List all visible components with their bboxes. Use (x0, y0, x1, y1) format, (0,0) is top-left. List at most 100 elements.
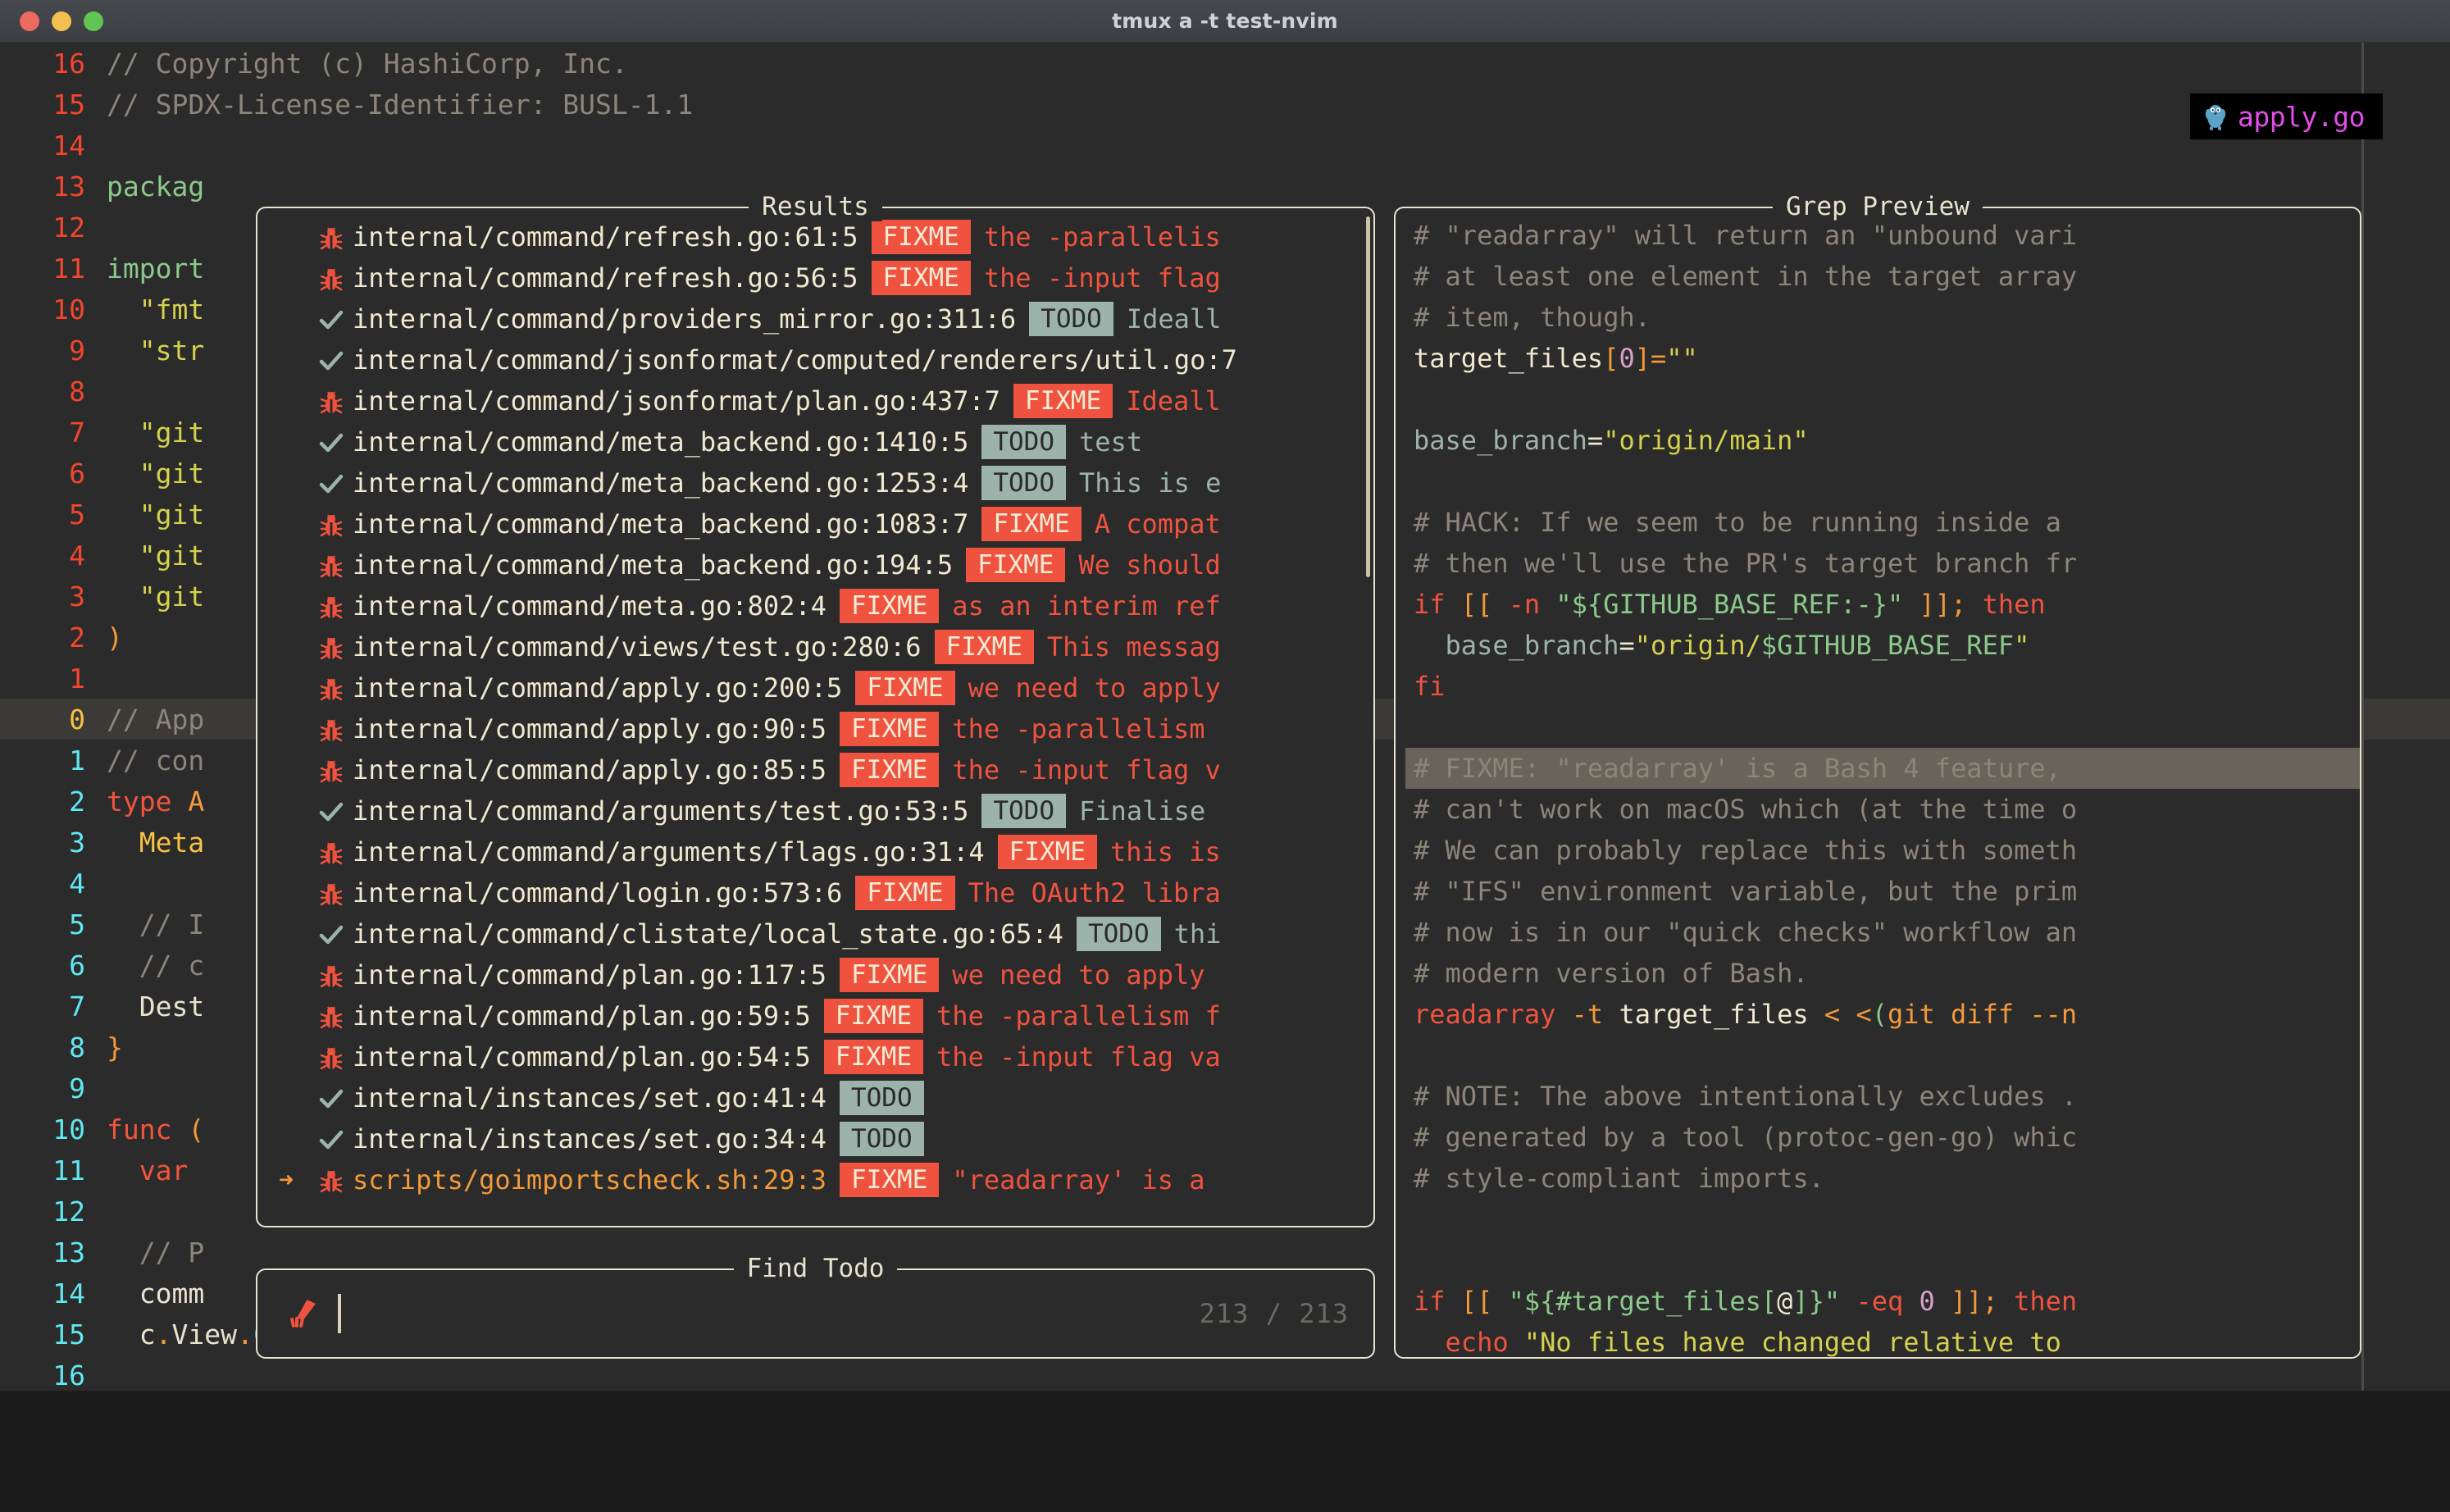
line-number: 9 (69, 1072, 85, 1104)
line-number: 6 (69, 949, 85, 981)
check-icon (319, 351, 344, 371)
go-gopher-icon (2205, 105, 2226, 130)
result-row[interactable]: internal/command/views/test.go:280:6 FIXM… (257, 626, 1373, 667)
check-icon (319, 1089, 344, 1109)
result-path: internal/command/refresh.go:56:5 (353, 262, 858, 294)
line-content: } (107, 1031, 123, 1063)
line-number: 1 (69, 662, 85, 695)
check-icon (319, 1130, 344, 1150)
line-number: 8 (69, 1031, 85, 1063)
preview-line: if [[ "${#target_files[@]}" -eq 0 ]]; th… (1414, 1286, 2078, 1317)
result-row[interactable]: internal/command/meta_backend.go:194:5 FI… (257, 544, 1373, 585)
result-row[interactable]: internal/instances/set.go:34:4 TODO (257, 1118, 1373, 1159)
preview-line: # modern version of Bash. (1414, 958, 1809, 989)
result-row[interactable]: internal/command/login.go:573:6 FIXME The … (257, 872, 1373, 913)
bug-icon (320, 678, 343, 701)
line-number: 15 (52, 88, 85, 121)
results-scrollbar[interactable] (1366, 216, 1370, 577)
result-tag: FIXME (839, 753, 940, 787)
window-titlebar: tmux a -t test-nvim (0, 0, 2450, 43)
results-list[interactable]: internal/command/refresh.go:61:5 FIXME the… (257, 208, 1373, 1226)
line-content: "git (139, 457, 205, 490)
line-content: import (107, 252, 205, 285)
preview-line: # FIXME: "readarray' is a Bash 4 feature… (1405, 748, 2360, 789)
results-panel: Results internal/command/refresh.go:61:5… (256, 192, 1375, 1227)
result-row[interactable]: internal/command/plan.go:117:5 FIXME we ne… (257, 954, 1373, 995)
result-tag: TODO (1029, 302, 1113, 336)
line-number: 1 (69, 744, 85, 776)
result-row[interactable]: internal/command/plan.go:59:5 FIXME the -p… (257, 995, 1373, 1036)
result-text: Ideall (1126, 303, 1222, 335)
result-row[interactable]: internal/command/plan.go:54:5 FIXME the -i… (257, 1036, 1373, 1077)
editor-line[interactable]: 16 // Copyright (c) HashiCorp, Inc. (0, 43, 2450, 84)
result-row[interactable]: internal/command/meta_backend.go:1083:7 F… (257, 503, 1373, 544)
result-path: internal/command/meta_backend.go:1410:5 (353, 426, 969, 458)
result-row[interactable]: internal/command/clistate/local_state.go… (257, 913, 1373, 954)
file-badge-name: apply.go (2238, 100, 2365, 133)
result-text: we need to apply (952, 959, 1205, 991)
result-text: the -parallelis (983, 221, 1221, 253)
line-number: 9 (69, 334, 85, 367)
line-content: "git (139, 580, 205, 613)
preview-line: if [[ -n "${GITHUB_BASE_REF:-}" ]]; then (1414, 589, 2046, 620)
bug-icon (320, 268, 343, 291)
result-row[interactable]: ➜ scripts/goimportscheck.sh:29:3 FIXME "rea… (257, 1159, 1373, 1200)
line-number: 14 (52, 1277, 85, 1309)
result-row[interactable]: internal/command/arguments/test.go:53:5 T… (257, 790, 1373, 831)
result-row[interactable]: internal/command/meta_backend.go:1253:4 T… (257, 462, 1373, 503)
result-text: the -parallelism (952, 713, 1205, 745)
result-row[interactable]: internal/command/apply.go:200:5 FIXME we n… (257, 667, 1373, 708)
result-tag: FIXME (966, 548, 1066, 582)
find-todo-prompt: Find Todo 213 / 213 (256, 1254, 1375, 1359)
grep-preview-title: Grep Preview (1396, 190, 2360, 223)
editor-vertical-split (2361, 43, 2364, 1391)
result-row[interactable]: internal/command/apply.go:85:5 FIXME the -… (257, 749, 1373, 790)
check-icon (319, 310, 344, 330)
preview-line: base_branch="origin/$GITHUB_BASE_REF" (1414, 630, 2030, 661)
editor-line[interactable]: 15 // SPDX-License-Identifier: BUSL-1.1 (0, 84, 2450, 125)
result-tag: FIXME (871, 220, 971, 254)
result-row[interactable]: internal/command/jsonformat/plan.go:437:… (257, 380, 1373, 421)
result-text: the -parallelism f (936, 1000, 1221, 1032)
line-content: "str (139, 334, 205, 367)
line-number: 6 (69, 457, 85, 490)
result-row[interactable]: internal/instances/set.go:41:4 TODO (257, 1077, 1373, 1118)
result-path: internal/command/meta.go:802:4 (353, 590, 827, 622)
bottom-strip (0, 1489, 2450, 1512)
result-tag: FIXME (823, 999, 924, 1033)
line-number: 15 (52, 1318, 85, 1350)
grep-preview-content[interactable]: # "readarray" will return an "unbound va… (1396, 208, 2360, 1357)
result-row[interactable]: internal/command/apply.go:90:5 FIXME the -… (257, 708, 1373, 749)
line-number: 5 (69, 908, 85, 940)
result-path: internal/command/views/test.go:280:6 (353, 631, 922, 663)
find-todo-title-text: Find Todo (733, 1254, 898, 1283)
result-row[interactable]: internal/command/arguments/flags.go:31:4… (257, 831, 1373, 872)
result-row[interactable]: internal/command/refresh.go:56:5 FIXME the… (257, 257, 1373, 298)
preview-line (1405, 379, 2360, 420)
preview-line: readarray -t target_files < <(git diff -… (1414, 999, 2078, 1030)
result-row[interactable]: internal/command/providers_mirror.go:311… (257, 298, 1373, 339)
result-text: We should (1078, 549, 1221, 581)
bug-icon (320, 1006, 343, 1029)
line-number: 5 (69, 498, 85, 531)
result-text: This is e (1079, 467, 1222, 499)
line-number: 16 (52, 1359, 85, 1391)
editor-line[interactable]: 16 (0, 1355, 2450, 1391)
result-path: internal/command/jsonformat/computed/ren… (353, 344, 1237, 376)
line-number: 12 (52, 1195, 85, 1227)
result-path: internal/command/meta_backend.go:194:5 (353, 549, 954, 581)
line-number: 7 (69, 990, 85, 1022)
result-path: internal/command/login.go:573:6 (353, 877, 843, 909)
result-tag: FIXME (839, 958, 940, 992)
editor-line[interactable]: 14 (0, 125, 2450, 166)
bug-icon (320, 1047, 343, 1070)
result-row[interactable]: internal/command/meta_backend.go:1410:5 T… (257, 421, 1373, 462)
result-path: internal/command/meta_backend.go:1253:4 (353, 467, 969, 499)
line-content: // I (139, 908, 205, 940)
preview-line: echo "No files have changed relative to (1414, 1327, 2061, 1357)
result-row[interactable]: internal/command/meta.go:802:4 FIXME as an… (257, 585, 1373, 626)
results-title-text: Results (749, 192, 882, 221)
line-number: 4 (69, 867, 85, 899)
line-number: 3 (69, 580, 85, 613)
result-row[interactable]: internal/command/jsonformat/computed/ren… (257, 339, 1373, 380)
